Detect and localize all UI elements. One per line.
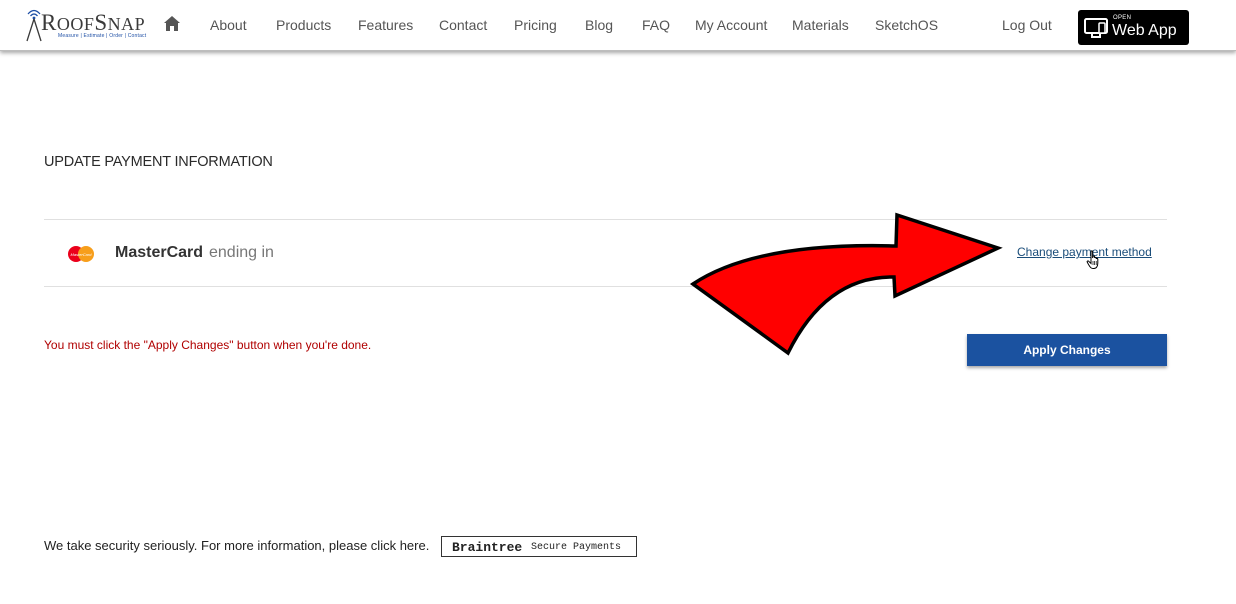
nav-sketchos[interactable]: SketchOS bbox=[875, 17, 938, 33]
site-header: ROOFSNAP Measure | Estimate | Order | Co… bbox=[0, 0, 1236, 51]
web-app-open-label: OPEN bbox=[1113, 15, 1132, 21]
hand-cursor-icon bbox=[1086, 250, 1099, 269]
card-brand: MasterCard bbox=[115, 244, 204, 261]
page-title: UPDATE PAYMENT INFORMATION bbox=[44, 154, 273, 170]
logout-link[interactable]: Log Out bbox=[1002, 17, 1052, 33]
nav-about[interactable]: About bbox=[210, 17, 247, 33]
monitor-icon bbox=[1084, 18, 1108, 38]
mastercard-icon: MasterCard bbox=[68, 246, 94, 262]
logo-wordmark: ROOFSNAP bbox=[41, 10, 146, 35]
nav-pricing[interactable]: Pricing bbox=[514, 17, 557, 33]
home-icon[interactable] bbox=[163, 15, 181, 32]
apply-changes-notice: You must click the "Apply Changes" butto… bbox=[44, 338, 372, 352]
roofsnap-logo[interactable]: ROOFSNAP Measure | Estimate | Order | Co… bbox=[24, 6, 152, 42]
nav-contact[interactable]: Contact bbox=[439, 17, 487, 33]
nav-blog[interactable]: Blog bbox=[585, 17, 613, 33]
card-ending-text: ending in bbox=[209, 244, 274, 261]
change-payment-method-link[interactable]: Change payment method bbox=[1017, 245, 1152, 259]
braintree-badge[interactable]: Braintree Secure Payments bbox=[441, 536, 637, 557]
mastercard-icon-text: MasterCard bbox=[71, 252, 93, 257]
red-curved-arrow-icon bbox=[689, 212, 1003, 356]
braintree-secure-label: Secure Payments bbox=[531, 542, 622, 553]
braintree-name: Braintree bbox=[452, 540, 523, 555]
nav-faq[interactable]: FAQ bbox=[642, 17, 670, 33]
open-web-app-button[interactable]: OPEN Web App bbox=[1078, 10, 1189, 45]
security-info-link[interactable]: We take security seriously. For more inf… bbox=[44, 538, 429, 553]
nav-materials[interactable]: Materials bbox=[792, 17, 849, 33]
logo-tagline: Measure | Estimate | Order | Contact bbox=[58, 33, 147, 39]
apply-changes-button[interactable]: Apply Changes bbox=[967, 334, 1167, 366]
web-app-label: Web App bbox=[1112, 22, 1177, 39]
nav-products[interactable]: Products bbox=[276, 17, 331, 33]
nav-my-account[interactable]: My Account bbox=[695, 17, 767, 33]
nav-features[interactable]: Features bbox=[358, 17, 413, 33]
